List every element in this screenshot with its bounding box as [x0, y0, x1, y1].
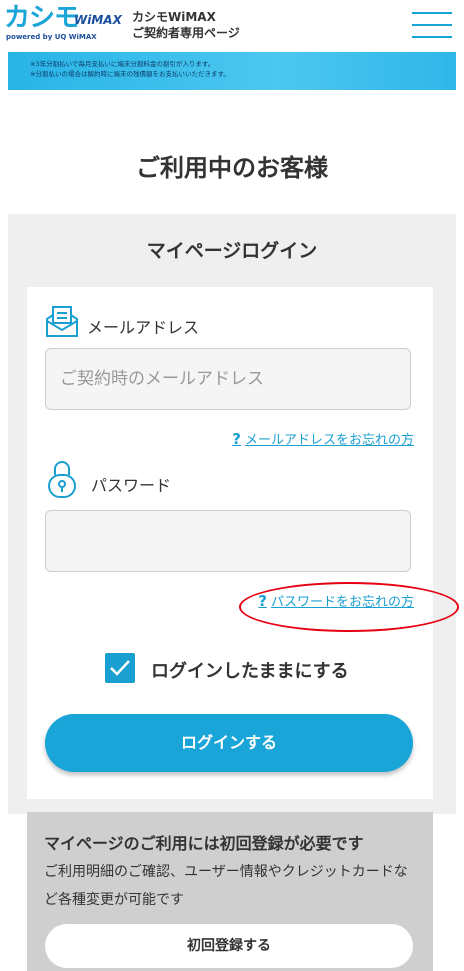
- registration-title: マイページのご利用には初回登録が必要です: [44, 834, 364, 853]
- logo-wimax-text: WiMAX: [74, 13, 122, 27]
- mail-icon: [45, 305, 79, 343]
- site-title: カシモWiMAX ご契約者専用ページ: [132, 9, 240, 41]
- remember-label: ログインしたままにする: [151, 661, 349, 682]
- login-title: マイページログイン: [146, 240, 318, 262]
- site-title-line1: カシモWiMAX: [132, 10, 216, 24]
- email-label: メールアドレス: [87, 318, 200, 337]
- forgot-email-link[interactable]: ? メールアドレスをお忘れの方: [232, 429, 414, 448]
- banner-line2: ※分割払いの場合は解約時に端末の残債額をお支払いいただきます。: [30, 70, 230, 78]
- forgot-email-label: メールアドレスをお忘れの方: [244, 433, 414, 448]
- login-button[interactable]: ログインする: [45, 714, 413, 772]
- question-icon: ?: [232, 430, 241, 448]
- logo-sub-text: powered by UQ WiMAX: [6, 33, 97, 41]
- site-title-line2: ご契約者専用ページ: [132, 26, 240, 40]
- logo-main-text: カシモ: [4, 3, 80, 33]
- banner-line1: ※3年分割払いで毎月支払いに端末分割料金の割引が入ります。: [30, 60, 215, 68]
- highlight-ellipse: [239, 582, 459, 632]
- kashimo-wimax-logo[interactable]: カシモ WiMAX powered by UQ WiMAX: [4, 4, 124, 44]
- hamburger-icon[interactable]: [412, 12, 452, 38]
- password-field[interactable]: [45, 510, 411, 572]
- email-field[interactable]: ご契約時のメールアドレス: [45, 348, 411, 410]
- login-form: メールアドレス ご契約時のメールアドレス ? メールアドレスをお忘れの方 パスワー…: [27, 287, 459, 799]
- registration-box: マイページのご利用には初回登録が必要です ご利用明細のご確認、ユーザー情報やクレ…: [27, 812, 433, 971]
- lock-icon: [47, 459, 77, 503]
- login-panel: マイページログイン メールアドレス ご契約時のメールアドレス ? メールアドレスを…: [8, 214, 459, 814]
- password-label: パスワード: [91, 476, 172, 495]
- page-title: ご利用中のお客様: [136, 154, 328, 182]
- registration-text: ご利用明細のご確認、ユーザー情報やクレジットカードなど各種変更が可能です: [44, 864, 408, 908]
- check-icon: [110, 660, 130, 676]
- register-button[interactable]: 初回登録する: [45, 924, 413, 968]
- notice-banner: ※3年分割払いで毎月支払いに端末分割料金の割引が入ります。 ※分割払いの場合は解…: [8, 52, 456, 90]
- remember-checkbox[interactable]: [105, 653, 135, 683]
- header: カシモ WiMAX powered by UQ WiMAX カシモWiMAX ご…: [0, 0, 464, 52]
